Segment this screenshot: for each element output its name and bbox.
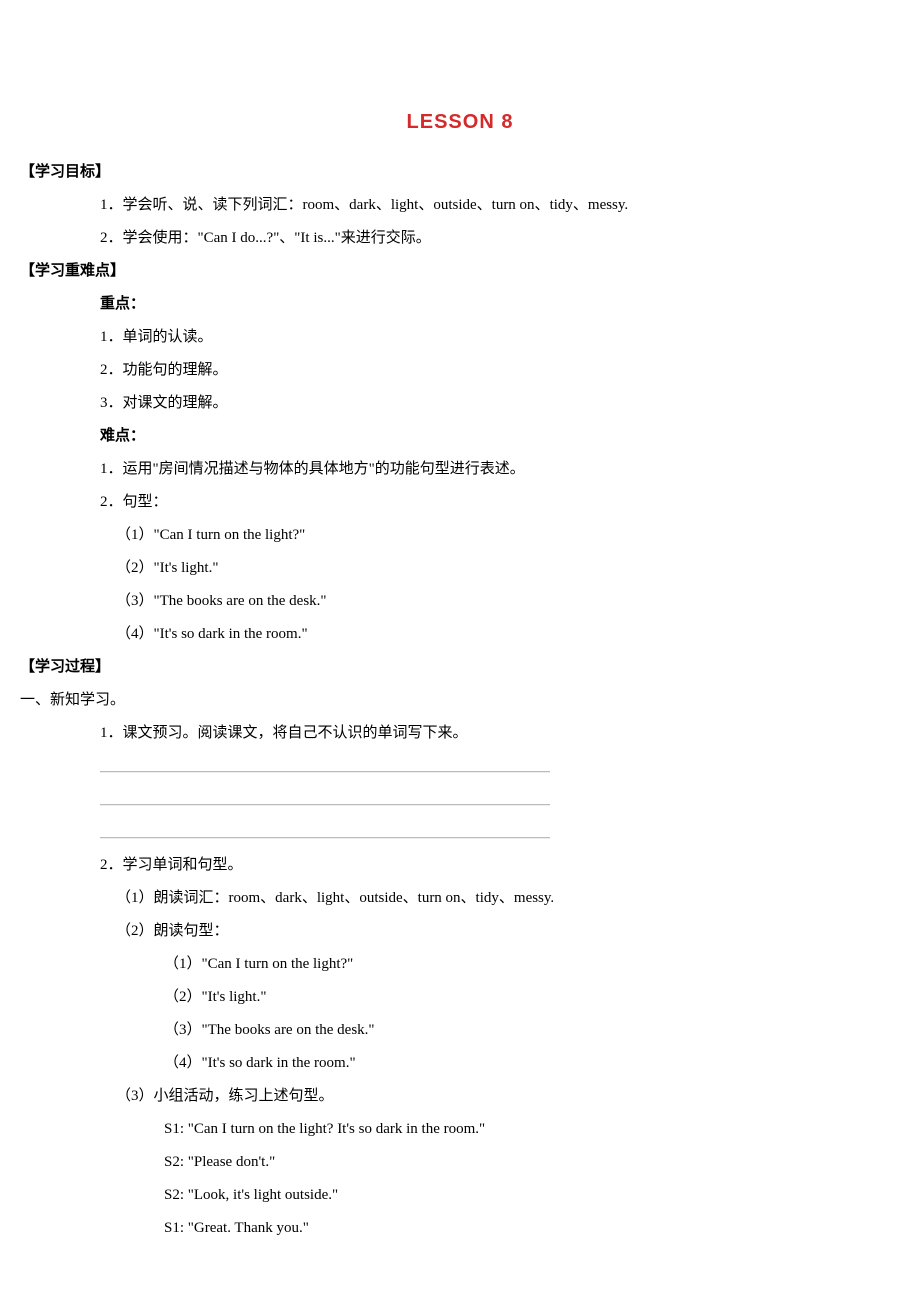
process-p2-sub2-line-4: （4）"It's so dark in the room." <box>164 1047 820 1080</box>
blank-line-1: ＿＿＿＿＿＿＿＿＿＿＿＿＿＿＿＿＿＿＿＿＿＿＿＿＿＿＿＿＿＿ <box>100 750 820 783</box>
process-p2-sub3-line-2: S2: "Please don't." <box>164 1146 820 1179</box>
process-p2-sub2-line-1: （1）"Can I turn on the light?" <box>164 948 820 981</box>
keypoints-nan-label: 难点： <box>100 420 820 453</box>
keypoints-zhong-label: 重点： <box>100 288 820 321</box>
process-p1: 1．课文预习。阅读课文，将自己不认识的单词写下来。 <box>100 717 820 750</box>
keypoints-zhong-2: 2．功能句的理解。 <box>100 354 820 387</box>
process-p2-sub3-line-4: S1: "Great. Thank you." <box>164 1212 820 1245</box>
section-heading-process: 【学习过程】 <box>20 651 820 684</box>
process-p2-sub2: （2）朗读句型： <box>116 915 820 948</box>
keypoints-nan-sub-1: （1）"Can I turn on the light?" <box>116 519 820 552</box>
process-top: 一、新知学习。 <box>20 684 820 717</box>
keypoints-nan-sub-2: （2）"It's light." <box>116 552 820 585</box>
keypoints-nan-sub-4: （4）"It's so dark in the room." <box>116 618 820 651</box>
process-p2-sub2-line-2: （2）"It's light." <box>164 981 820 1014</box>
keypoints-zhong-1: 1．单词的认读。 <box>100 321 820 354</box>
blank-line-3: ＿＿＿＿＿＿＿＿＿＿＿＿＿＿＿＿＿＿＿＿＿＿＿＿＿＿＿＿＿＿ <box>100 816 820 849</box>
keypoints-nan-2: 2．句型： <box>100 486 820 519</box>
process-p2-sub1: （1）朗读词汇：room、dark、light、outside、turn on、… <box>116 882 820 915</box>
process-p2-sub3-line-3: S2: "Look, it's light outside." <box>164 1179 820 1212</box>
process-p2: 2．学习单词和句型。 <box>100 849 820 882</box>
keypoints-zhong-3: 3．对课文的理解。 <box>100 387 820 420</box>
section-heading-keypoints: 【学习重难点】 <box>20 255 820 288</box>
objective-line-2: 2．学会使用："Can I do...?"、"It is..."来进行交际。 <box>100 222 820 255</box>
keypoints-nan-sub-3: （3）"The books are on the desk." <box>116 585 820 618</box>
lesson-title: LESSON 8 <box>100 100 820 144</box>
process-p2-sub3: （3）小组活动，练习上述句型。 <box>116 1080 820 1113</box>
section-heading-objectives: 【学习目标】 <box>20 156 820 189</box>
keypoints-nan-1: 1．运用"房间情况描述与物体的具体地方"的功能句型进行表述。 <box>100 453 820 486</box>
process-p2-sub3-line-1: S1: "Can I turn on the light? It's so da… <box>164 1113 820 1146</box>
blank-line-2: ＿＿＿＿＿＿＿＿＿＿＿＿＿＿＿＿＿＿＿＿＿＿＿＿＿＿＿＿＿＿ <box>100 783 820 816</box>
objective-line-1: 1．学会听、说、读下列词汇：room、dark、light、outside、tu… <box>100 189 820 222</box>
process-p2-sub2-line-3: （3）"The books are on the desk." <box>164 1014 820 1047</box>
document-page: LESSON 8 【学习目标】 1．学会听、说、读下列词汇：room、dark、… <box>0 0 920 1305</box>
